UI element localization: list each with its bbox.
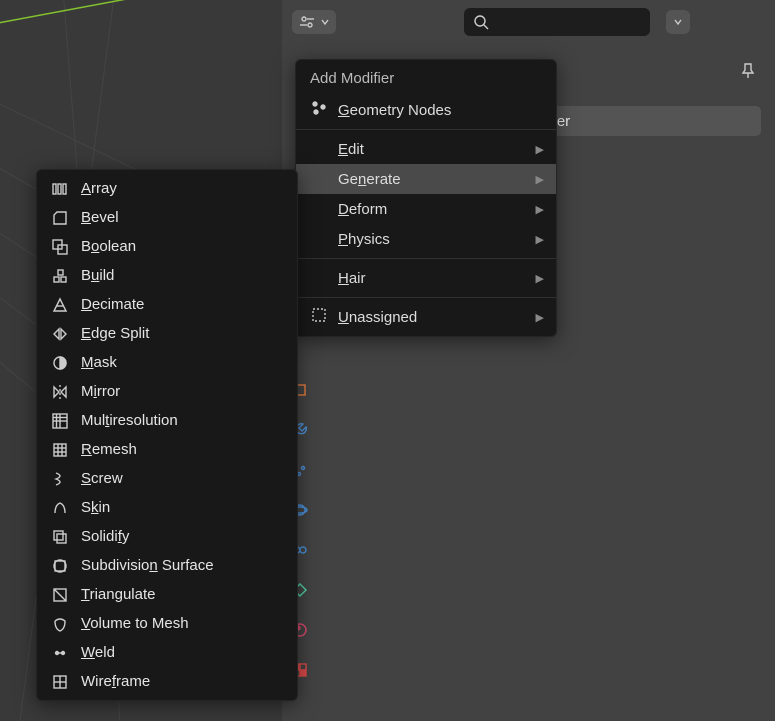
chevron-down-icon [320, 17, 330, 27]
modifier-wireframe[interactable]: Wireframe [37, 667, 297, 696]
modifier-label: Solidify [81, 528, 129, 545]
submenu-arrow-icon: ▶ [536, 203, 544, 216]
modifier-bevel[interactable]: Bevel [37, 203, 297, 232]
modifier-label: Triangulate [81, 586, 156, 603]
modifier-array[interactable]: Array [37, 174, 297, 203]
modifier-label: Multiresolution [81, 412, 178, 429]
modifier-label: Weld [81, 644, 115, 661]
modifier-multiresolution[interactable]: Multiresolution [37, 406, 297, 435]
wireframe-icon [51, 673, 69, 691]
edgesplit-icon [51, 325, 69, 343]
modifier-boolean[interactable]: Boolean [37, 232, 297, 261]
menu-item-unassigned[interactable]: Unassigned ▶ [296, 302, 556, 332]
modifier-label: Skin [81, 499, 110, 516]
modifier-mirror[interactable]: Mirror [37, 377, 297, 406]
modifier-label: Build [81, 267, 114, 284]
add-modifier-menu: Add Modifier Geometry NodesEdit▶Generate… [295, 59, 557, 337]
menu-item-edit[interactable]: Edit ▶ [296, 134, 556, 164]
submenu-arrow-icon: ▶ [536, 272, 544, 285]
unassigned-icon [310, 306, 328, 328]
menu-item-hair[interactable]: Hair ▶ [296, 263, 556, 293]
generate-submenu: Array Bevel Boolean Build Decimate Edge Split… [36, 169, 298, 701]
modifier-skin[interactable]: Skin [37, 493, 297, 522]
solidify-icon [51, 528, 69, 546]
modifier-label: Volume to Mesh [81, 615, 189, 632]
modifier-solidify[interactable]: Solidify [37, 522, 297, 551]
modifier-label: Mirror [81, 383, 120, 400]
multires-icon [51, 412, 69, 430]
pin-icon[interactable] [739, 62, 757, 84]
triangulate-icon [51, 586, 69, 604]
search-input[interactable] [464, 8, 650, 36]
modifier-decimate[interactable]: Decimate [37, 290, 297, 319]
menu-item-label: Hair [338, 270, 526, 287]
modifier-label: Boolean [81, 238, 136, 255]
modifier-build[interactable]: Build [37, 261, 297, 290]
options-dropdown[interactable] [666, 10, 690, 34]
modifier-label: Screw [81, 470, 123, 487]
modifier-label: Array [81, 180, 117, 197]
menu-item-label: Geometry Nodes [338, 102, 544, 119]
subsurf-icon [51, 557, 69, 575]
weld-icon [51, 644, 69, 662]
skin-icon [51, 499, 69, 517]
volume-icon [51, 615, 69, 633]
modifier-subdivision-surface[interactable]: Subdivision Surface [37, 551, 297, 580]
remesh-icon [51, 441, 69, 459]
modifier-volume-to-mesh[interactable]: Volume to Mesh [37, 609, 297, 638]
build-icon [51, 267, 69, 285]
modifier-label: Bevel [81, 209, 119, 226]
mirror-icon [51, 383, 69, 401]
modifier-screw[interactable]: Screw [37, 464, 297, 493]
menu-item-deform[interactable]: Deform ▶ [296, 194, 556, 224]
submenu-arrow-icon: ▶ [536, 143, 544, 156]
filter-dropdown[interactable] [292, 10, 336, 34]
modifier-label: Edge Split [81, 325, 149, 342]
menu-title: Add Modifier [296, 60, 556, 95]
submenu-arrow-icon: ▶ [536, 233, 544, 246]
chevron-down-icon [673, 17, 683, 27]
menu-item-label: Physics [338, 231, 526, 248]
menu-item-geometry-nodes[interactable]: Geometry Nodes [296, 95, 556, 125]
adjust-icon [298, 13, 316, 31]
screw-icon [51, 470, 69, 488]
modifier-mask[interactable]: Mask [37, 348, 297, 377]
axis-line [0, 0, 282, 60]
modifier-label: Remesh [81, 441, 137, 458]
modifier-label: Decimate [81, 296, 144, 313]
modifier-edge-split[interactable]: Edge Split [37, 319, 297, 348]
submenu-arrow-icon: ▶ [536, 173, 544, 186]
modifier-label: Mask [81, 354, 117, 371]
menu-item-physics[interactable]: Physics ▶ [296, 224, 556, 254]
search-icon [472, 13, 490, 31]
mask-icon [51, 354, 69, 372]
modifier-label: Subdivision Surface [81, 557, 214, 574]
decimate-icon [51, 296, 69, 314]
menu-item-generate[interactable]: Generate ▶ [296, 164, 556, 194]
modifier-triangulate[interactable]: Triangulate [37, 580, 297, 609]
nodes-icon [310, 99, 328, 121]
array-icon [51, 180, 69, 198]
modifier-weld[interactable]: Weld [37, 638, 297, 667]
modifier-label: Wireframe [81, 673, 150, 690]
menu-item-label: Generate [338, 171, 526, 188]
menu-item-label: Unassigned [338, 309, 526, 326]
modifier-remesh[interactable]: Remesh [37, 435, 297, 464]
bevel-icon [51, 209, 69, 227]
boolean-icon [51, 238, 69, 256]
panel-header [282, 0, 775, 44]
menu-item-label: Deform [338, 201, 526, 218]
menu-item-label: Edit [338, 141, 526, 158]
submenu-arrow-icon: ▶ [536, 311, 544, 324]
